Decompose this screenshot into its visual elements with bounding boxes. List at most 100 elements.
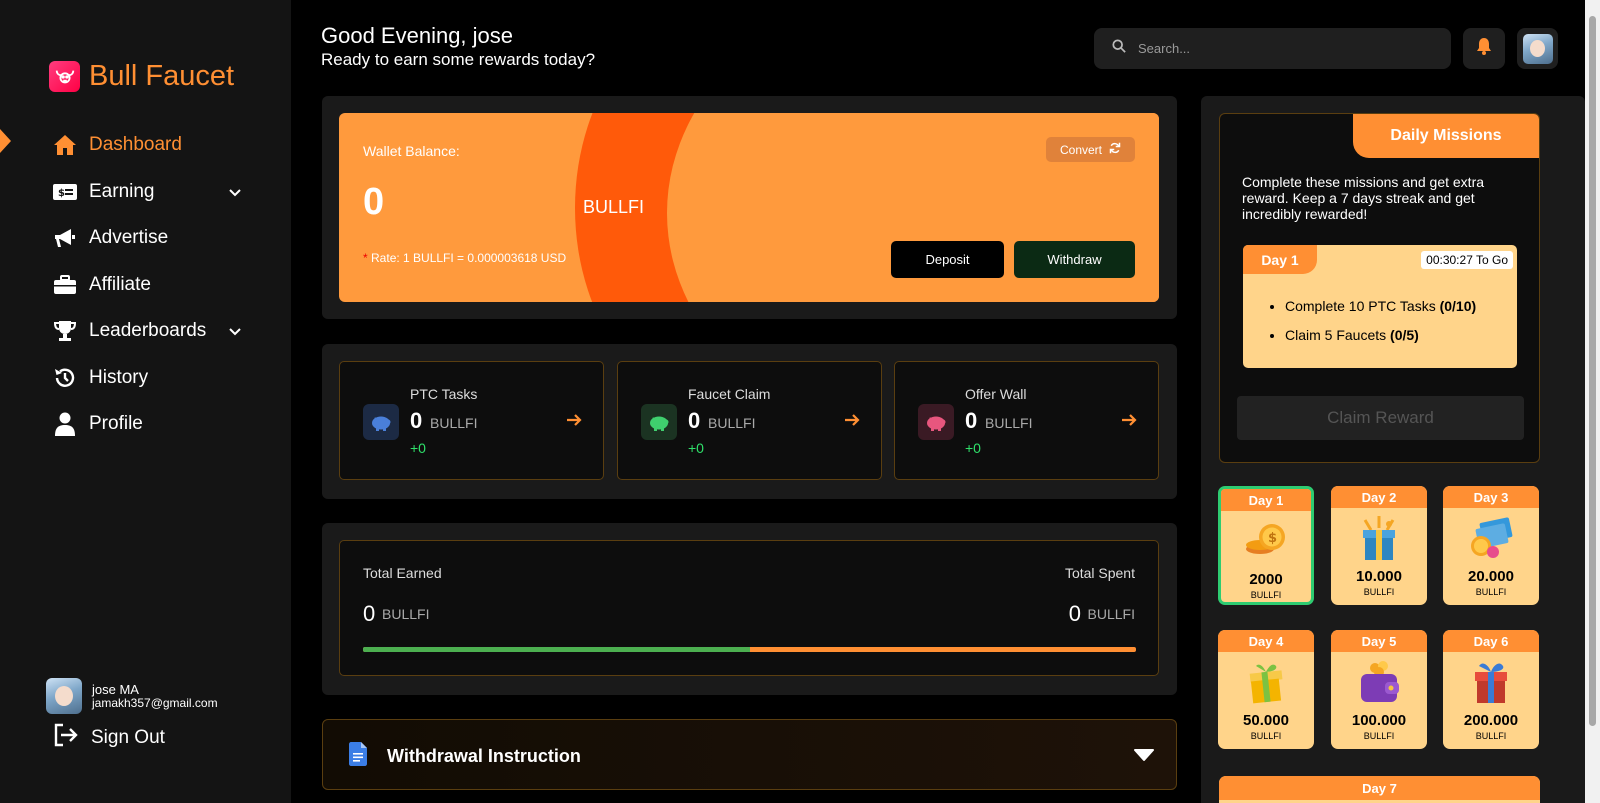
- reward-day-2[interactable]: Day 2 10.000 BULLFI: [1331, 486, 1427, 605]
- withdrawal-instruction-title: Withdrawal Instruction: [387, 746, 581, 766]
- daily-missions-description: Complete these missions and get extra re…: [1242, 174, 1485, 222]
- avatar: [1522, 33, 1553, 64]
- sidebar-nav: Dashboard $ Earning Advertise Affiliate …: [53, 122, 243, 448]
- withdraw-button[interactable]: Withdraw: [1014, 241, 1135, 278]
- page-scrollbar[interactable]: [1585, 0, 1600, 803]
- reward-day-4[interactable]: Day 4 50.000 BULLFI: [1218, 630, 1314, 749]
- bull-logo-icon: [49, 61, 80, 92]
- stat-delta: +0: [410, 440, 426, 456]
- claim-reward-button[interactable]: Claim Reward: [1237, 396, 1524, 440]
- home-icon: [53, 133, 77, 157]
- reward-unit: BULLFI: [1363, 731, 1395, 741]
- sidebar-item-earning[interactable]: $ Earning: [53, 169, 243, 216]
- mission-text: Claim 5 Faucets: [1285, 327, 1387, 343]
- cash-coins-icon: [1443, 516, 1539, 562]
- stat-value: 0: [688, 408, 701, 433]
- deposit-button[interactable]: Deposit: [891, 241, 1004, 278]
- sidebar-item-affiliate[interactable]: Affiliate: [53, 262, 243, 309]
- reward-unit: BULLFI: [1250, 590, 1282, 600]
- profile-menu-button[interactable]: [1517, 28, 1558, 69]
- search-input[interactable]: [1138, 41, 1438, 56]
- ptc-tasks-card[interactable]: PTC Tasks 0 BULLFI +0: [339, 361, 604, 480]
- mission-item: Claim 5 Faucets (0/5): [1285, 321, 1476, 350]
- sidebar-item-leaderboards[interactable]: Leaderboards: [53, 308, 243, 355]
- greeting-subtitle: Ready to earn some rewards today?: [321, 50, 596, 69]
- greeting-title: Good Evening, jose: [321, 23, 514, 48]
- reward-unit: BULLFI: [1250, 731, 1282, 741]
- arrow-right-icon[interactable]: [1121, 412, 1137, 433]
- reward-day-6[interactable]: Day 6 200.000 BULLFI: [1443, 630, 1539, 749]
- chevron-down-icon[interactable]: [227, 323, 243, 339]
- sidebar-item-label: Leaderboards: [89, 320, 207, 342]
- search-icon: [1112, 39, 1126, 58]
- sidebar-item-dashboard[interactable]: Dashboard: [53, 122, 243, 169]
- stat-title: PTC Tasks: [410, 386, 478, 402]
- sidebar-item-label: Advertise: [89, 227, 169, 249]
- notifications-button[interactable]: [1463, 28, 1505, 69]
- reward-day-3[interactable]: Day 3 20.000 BULLFI: [1443, 486, 1539, 605]
- sidebar-item-label: Dashboard: [89, 134, 182, 156]
- sidebar: Bull Faucet Dashboard $ Earning Advertis…: [0, 0, 291, 803]
- reward-day-label: Day 6: [1443, 630, 1539, 652]
- earned-progress-fill: [363, 647, 750, 652]
- stat-value: 0: [965, 408, 978, 433]
- sidebar-item-profile[interactable]: Profile: [53, 401, 243, 448]
- trophy-icon: [53, 319, 77, 343]
- convert-label: Convert: [1059, 142, 1103, 157]
- reward-day-5[interactable]: Day 5 100.000 BULLFI: [1331, 630, 1427, 749]
- totals-card: Total Earned Total Spent 0 BULLFI 0 BULL…: [339, 540, 1159, 676]
- sidebar-item-history[interactable]: History: [53, 355, 243, 402]
- sign-out-button[interactable]: Sign Out: [53, 723, 165, 753]
- search-bar[interactable]: [1094, 28, 1451, 69]
- stat-delta: +0: [965, 440, 981, 456]
- mission-progress: (0/5): [1390, 327, 1419, 343]
- faucet-claim-card[interactable]: Faucet Claim 0 BULLFI +0: [617, 361, 882, 480]
- reward-unit: BULLFI: [1363, 587, 1395, 597]
- brand[interactable]: Bull Faucet: [49, 60, 234, 93]
- active-nav-indicator: [0, 129, 11, 153]
- reward-day-1[interactable]: Day 1 $ 2000 BULLFI: [1218, 486, 1314, 605]
- reward-amount: 2000: [1249, 571, 1283, 588]
- current-day-label: Day 1: [1243, 245, 1317, 274]
- offer-wall-card[interactable]: Offer Wall 0 BULLFI +0: [894, 361, 1159, 480]
- total-spent-value: 0: [1068, 601, 1081, 626]
- mission-timer: 00:30:27 To Go: [1421, 251, 1513, 269]
- user-icon: [53, 412, 77, 437]
- scrollbar-thumb[interactable]: [1589, 16, 1596, 726]
- stat-value: 0: [410, 408, 423, 433]
- reward-day-label: Day 3: [1443, 486, 1539, 508]
- reward-day-7[interactable]: Day 7: [1219, 776, 1540, 803]
- exchange-rate-text: Rate: 1 BULLFI = 0.000003618 USD: [371, 251, 567, 265]
- refresh-icon: [1109, 142, 1121, 157]
- avatar: [46, 678, 82, 714]
- bell-icon: [1476, 37, 1492, 60]
- sidebar-item-advertise[interactable]: Advertise: [53, 215, 243, 262]
- reward-amount: 100.000: [1351, 712, 1407, 729]
- convert-button[interactable]: Convert: [1046, 137, 1135, 162]
- history-icon: [53, 366, 77, 390]
- wallet-card: Wallet Balance: 0 BULLFI * Rate: 1 BULLF…: [339, 113, 1159, 302]
- sidebar-item-label: Affiliate: [89, 273, 151, 295]
- stat-title: Faucet Claim: [688, 386, 771, 402]
- reward-day-label: Day 2: [1331, 486, 1427, 508]
- daily-missions-card: Daily Missions Complete these missions a…: [1219, 113, 1540, 463]
- reward-day-label: Day 4: [1218, 630, 1314, 652]
- megaphone-icon: [53, 226, 77, 250]
- total-earned-label: Total Earned: [363, 565, 442, 581]
- svg-text:$: $: [58, 188, 65, 199]
- gift-box-icon: [1443, 660, 1539, 706]
- briefcase-icon: [53, 273, 77, 297]
- caret-down-icon[interactable]: [1134, 748, 1154, 767]
- mission-list: Complete 10 PTC Tasks (0/10) Claim 5 Fau…: [1285, 292, 1476, 350]
- current-day-missions: Day 1 00:30:27 To Go Complete 10 PTC Tas…: [1243, 245, 1517, 368]
- arrow-right-icon[interactable]: [566, 412, 582, 433]
- user-name: jose MA: [92, 681, 139, 697]
- withdrawal-instruction-accordion[interactable]: Withdrawal Instruction: [322, 719, 1177, 790]
- sidebar-item-label: Earning: [89, 180, 155, 202]
- reward-day-label: Day 5: [1331, 630, 1427, 652]
- arrow-right-icon[interactable]: [844, 412, 860, 433]
- required-star: *: [363, 251, 368, 265]
- user-card[interactable]: jose MA jamakh357@gmail.com: [46, 678, 218, 714]
- chevron-down-icon[interactable]: [227, 184, 243, 200]
- wallet-label: Wallet Balance:: [363, 143, 460, 159]
